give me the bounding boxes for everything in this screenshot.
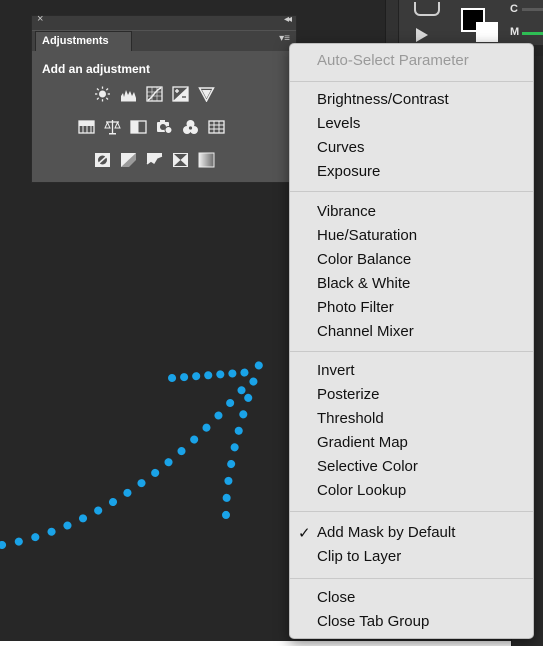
dotted-arrow-curve [0,374,256,549]
dotted-arrow-head-right [222,352,266,519]
dotted-arrow-annotation [0,352,266,549]
dotted-arrow-head-left [168,368,256,382]
